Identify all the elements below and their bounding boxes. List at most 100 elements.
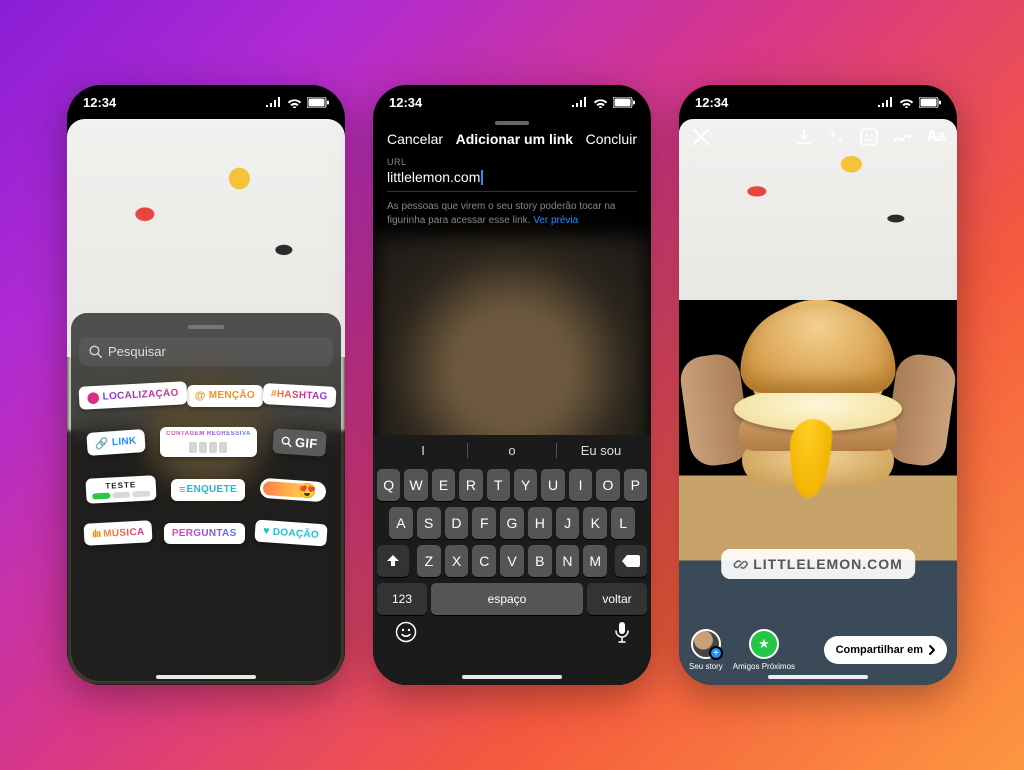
numbers-key[interactable]: 123 [377, 583, 427, 615]
modal-header: Cancelar Adicionar um link Concluir [373, 125, 651, 157]
status-time: 12:34 [83, 95, 116, 110]
key-h[interactable]: H [528, 507, 552, 539]
backspace-key[interactable] [615, 545, 647, 577]
share-button[interactable]: Compartilhar em [824, 636, 947, 664]
text-button[interactable]: Aa [927, 128, 945, 146]
shift-key[interactable] [377, 545, 409, 577]
key-v[interactable]: V [500, 545, 524, 577]
done-button[interactable]: Concluir [586, 131, 637, 147]
story-canvas[interactable] [679, 119, 957, 685]
sticker-gif[interactable]: GIF [272, 428, 326, 457]
phone-screen-story-preview: 12:34 [679, 85, 957, 685]
sheet-grabber[interactable] [188, 325, 224, 329]
close-icon [691, 127, 711, 147]
soundwave-icon: ılıı [92, 528, 101, 540]
sticker-donation[interactable]: ♥ DOAÇÃO [255, 520, 328, 547]
key-r[interactable]: R [459, 469, 482, 501]
key-n[interactable]: N [556, 545, 580, 577]
key-a[interactable]: A [389, 507, 413, 539]
sticker-quiz[interactable]: TESTE [86, 475, 157, 504]
sticker-poll[interactable]: ≡ ENQUETE [171, 479, 245, 501]
key-z[interactable]: Z [417, 545, 441, 577]
key-w[interactable]: W [404, 469, 427, 501]
suggestion[interactable]: o [468, 443, 556, 458]
wifi-icon [287, 97, 302, 108]
key-x[interactable]: X [445, 545, 469, 577]
draw-button[interactable] [893, 129, 913, 145]
wifi-icon [593, 97, 608, 108]
phone-screen-sticker-tray: 12:34 Pesquisar ⬤ LOCALIZAÇÃO @ MENÇÃ [67, 85, 345, 685]
sticker-button[interactable] [859, 127, 879, 147]
sparkle-icon [827, 128, 845, 146]
preview-link[interactable]: Ver prévia [533, 215, 578, 226]
search-icon [89, 345, 102, 358]
key-i[interactable]: I [569, 469, 592, 501]
status-time: 12:34 [695, 95, 728, 110]
key-u[interactable]: U [541, 469, 564, 501]
suggestion[interactable]: I [379, 443, 467, 458]
squiggle-icon [893, 129, 913, 145]
key-q[interactable]: Q [377, 469, 400, 501]
key-g[interactable]: G [500, 507, 524, 539]
key-k[interactable]: K [583, 507, 607, 539]
url-input[interactable]: littlelemon.com [387, 167, 637, 192]
suggestion[interactable]: Eu sou [557, 443, 645, 458]
key-f[interactable]: F [472, 507, 496, 539]
sticker-hashtag[interactable]: #HASHTAG [262, 383, 336, 408]
sticker-smile-icon [859, 127, 879, 147]
status-time: 12:34 [389, 95, 422, 110]
link-sticker-placed[interactable]: LITTLELEMON.COM [721, 549, 915, 579]
space-key[interactable]: espaço [431, 583, 583, 615]
key-l[interactable]: L [611, 507, 635, 539]
sticker-questions[interactable]: PERGUNTAS [164, 523, 245, 544]
dictation-key[interactable] [615, 621, 629, 643]
download-button[interactable] [795, 128, 813, 146]
notch [763, 85, 873, 107]
key-t[interactable]: T [487, 469, 510, 501]
pin-icon: ⬤ [87, 391, 100, 405]
key-p[interactable]: P [624, 469, 647, 501]
key-o[interactable]: O [596, 469, 619, 501]
chevron-right-icon [925, 643, 939, 657]
backspace-icon [622, 555, 640, 567]
battery-icon [613, 97, 635, 108]
phone-screen-add-link: 12:34 Cancelar Adicionar um link Conclui… [373, 85, 651, 685]
story-toolbar: Aa [679, 127, 957, 147]
key-m[interactable]: M [583, 545, 607, 577]
emoji-key[interactable] [395, 621, 417, 643]
your-story-target[interactable]: + Seu story [689, 629, 723, 671]
sticker-grid: ⬤ LOCALIZAÇÃO @ MENÇÃO #HASHTAG 🔗 LINK C… [79, 384, 333, 544]
signal-icon [878, 97, 894, 107]
key-s[interactable]: S [417, 507, 441, 539]
battery-icon [919, 97, 941, 108]
key-e[interactable]: E [432, 469, 455, 501]
sticker-location[interactable]: ⬤ LOCALIZAÇÃO [78, 381, 187, 410]
sticker-link[interactable]: 🔗 LINK [86, 429, 145, 456]
sticker-search-input[interactable]: Pesquisar [79, 337, 333, 366]
cancel-button[interactable]: Cancelar [387, 131, 443, 147]
home-indicator[interactable] [156, 675, 256, 679]
sticker-countdown[interactable]: CONTAGEM REGRESSIVA [160, 427, 257, 457]
sticker-sheet[interactable]: Pesquisar ⬤ LOCALIZAÇÃO @ MENÇÃO #HASHTA… [71, 313, 341, 681]
close-friends-target[interactable]: Amigos Próximos [733, 629, 795, 671]
keyboard-row-4: 123 espaço voltar [373, 580, 651, 621]
key-b[interactable]: B [528, 545, 552, 577]
keyboard-row-2: ASDFGHJKL [373, 504, 651, 542]
key-y[interactable]: Y [514, 469, 537, 501]
key-d[interactable]: D [445, 507, 469, 539]
sticker-mention[interactable]: @ MENÇÃO [187, 385, 263, 407]
home-indicator[interactable] [768, 675, 868, 679]
sticker-music[interactable]: ılıı MÚSICA [84, 520, 154, 546]
emoji-icon [395, 621, 417, 643]
download-icon [795, 128, 813, 146]
search-placeholder: Pesquisar [108, 344, 166, 359]
return-key[interactable]: voltar [587, 583, 647, 615]
sticker-slider[interactable] [259, 477, 326, 502]
notch [151, 85, 261, 107]
home-indicator[interactable] [462, 675, 562, 679]
effects-button[interactable] [827, 128, 845, 146]
key-j[interactable]: J [556, 507, 580, 539]
key-c[interactable]: C [472, 545, 496, 577]
microphone-icon [615, 621, 629, 643]
close-button[interactable] [691, 127, 711, 147]
